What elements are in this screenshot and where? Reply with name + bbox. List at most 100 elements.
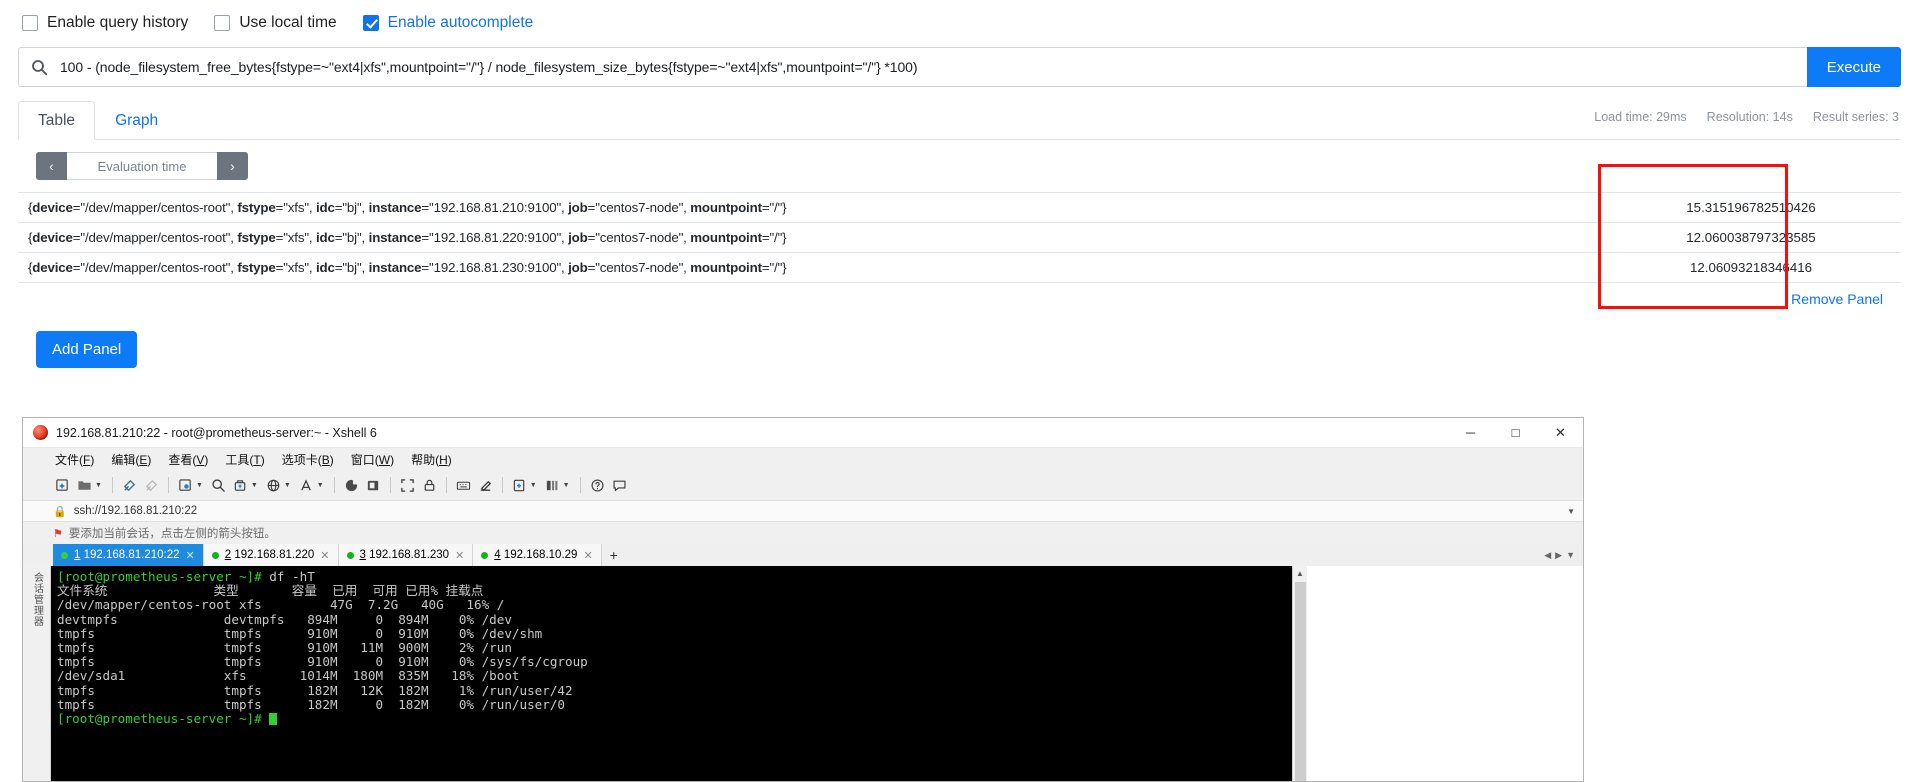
xshell-titlebar[interactable]: 192.168.81.210:22 - root@prometheus-serv…: [23, 418, 1583, 448]
session-tab-1[interactable]: 1 192.168.81.210:22 ✕: [53, 544, 204, 566]
close-icon[interactable]: ✕: [583, 549, 592, 562]
chevron-down-icon[interactable]: ▼: [1566, 550, 1575, 560]
toolbar-separator: [580, 477, 581, 493]
bookmark-flag-icon: ⚑: [53, 527, 63, 540]
menu-window[interactable]: 窗口(W): [351, 451, 394, 468]
maximize-icon[interactable]: □: [1493, 418, 1538, 448]
minimize-icon[interactable]: ─: [1448, 418, 1493, 448]
chat-icon[interactable]: [610, 475, 629, 495]
close-icon[interactable]: ✕: [455, 549, 464, 562]
remove-panel-link[interactable]: Remove Panel: [18, 283, 1901, 307]
chevron-down-icon[interactable]: ▼: [563, 482, 570, 489]
disconnect-icon[interactable]: [142, 475, 161, 495]
file-transfer-icon[interactable]: [231, 475, 250, 495]
keyboard-icon[interactable]: [454, 475, 473, 495]
query-bar: 100 - (node_filesystem_free_bytes{fstype…: [18, 47, 1901, 87]
metric-cell: {device="/dev/mapper/centos-root", fstyp…: [18, 223, 1601, 253]
status-dot-icon: [212, 552, 219, 559]
chevron-down-icon[interactable]: ▼: [251, 482, 258, 489]
result-tabs: Table Graph Load time: 29ms Resolution: …: [18, 101, 1901, 140]
chevron-down-icon[interactable]: ▼: [530, 482, 537, 489]
checkbox-box[interactable]: [214, 15, 230, 31]
value-cell: 12.060038797323585: [1601, 223, 1901, 253]
stat-resolution: Resolution: 14s: [1707, 110, 1793, 124]
add-panel-icon[interactable]: [510, 475, 529, 495]
chevron-left-icon[interactable]: ‹: [36, 152, 67, 180]
toolbar-separator: [334, 477, 335, 493]
menu-edit[interactable]: 编辑(E): [111, 451, 151, 468]
query-input[interactable]: 100 - (node_filesystem_free_bytes{fstype…: [60, 59, 1807, 75]
scrollbar-thumb[interactable]: [1295, 582, 1306, 782]
menu-tabs[interactable]: 选项卡(B): [282, 451, 334, 468]
chevron-left-icon[interactable]: ◀: [1544, 550, 1551, 561]
table-row[interactable]: {device="/dev/mapper/centos-root", fstyp…: [18, 223, 1901, 253]
find-icon[interactable]: [209, 475, 228, 495]
metric-cell: {device="/dev/mapper/centos-root", fstyp…: [18, 193, 1601, 223]
scroll-up-icon[interactable]: ▲: [1296, 566, 1304, 581]
session-manager-sidebar[interactable]: 会话管理器: [23, 566, 51, 782]
table-row[interactable]: {device="/dev/mapper/centos-root", fstyp…: [18, 253, 1901, 283]
value-cell: 12.06093218346416: [1601, 253, 1901, 283]
session-tab-3[interactable]: 3 192.168.81.230 ✕: [339, 544, 474, 566]
menu-view[interactable]: 查看(V): [168, 451, 208, 468]
checkbox-enable-autocomplete[interactable]: Enable autocomplete: [363, 14, 534, 32]
tab-graph[interactable]: Graph: [95, 101, 178, 140]
search-icon: [19, 59, 60, 76]
terminal-scrollbar[interactable]: ▲ ▼: [1292, 566, 1307, 782]
query-options-row: Enable query history Use local time Enab…: [18, 0, 1901, 46]
menu-tools[interactable]: 工具(T): [225, 451, 264, 468]
fullscreen-icon[interactable]: [398, 475, 417, 495]
execute-button[interactable]: Execute: [1807, 47, 1901, 87]
evaluation-time-row: ‹ Evaluation time ›: [18, 140, 1901, 186]
evaluation-time-input[interactable]: Evaluation time: [67, 152, 217, 180]
chevron-down-icon[interactable]: ▼: [95, 482, 102, 489]
add-panel-button[interactable]: Add Panel: [36, 331, 137, 368]
highlight-icon[interactable]: [476, 475, 495, 495]
query-input-wrapper[interactable]: 100 - (node_filesystem_free_bytes{fstype…: [18, 47, 1807, 87]
menu-file[interactable]: 文件(F): [55, 451, 94, 468]
log-icon[interactable]: [342, 475, 361, 495]
close-icon[interactable]: ✕: [186, 549, 195, 562]
lock-icon[interactable]: [420, 475, 439, 495]
tabs-scroll-nav: ◀ ▶ ▼: [1536, 544, 1583, 566]
prometheus-panel: Enable query history Use local time Enab…: [0, 0, 1919, 368]
help-icon[interactable]: [588, 475, 607, 495]
checkbox-use-local-time[interactable]: Use local time: [214, 14, 336, 32]
screen-capture-icon[interactable]: [364, 475, 383, 495]
stat-result-series: Result series: 3: [1813, 110, 1899, 124]
close-icon[interactable]: ✕: [320, 549, 329, 562]
menu-help[interactable]: 帮助(H): [411, 451, 452, 468]
connect-icon[interactable]: [120, 475, 139, 495]
table-row[interactable]: {device="/dev/mapper/centos-root", fstyp…: [18, 193, 1901, 223]
close-icon[interactable]: ✕: [1538, 418, 1583, 448]
chevron-down-icon[interactable]: ▼: [284, 482, 291, 489]
chevron-right-icon[interactable]: ▶: [1555, 550, 1562, 561]
chevron-down-icon[interactable]: ▼: [1567, 507, 1575, 516]
checkbox-label: Use local time: [239, 14, 336, 32]
results-area: {device="/dev/mapper/centos-root", fstyp…: [18, 192, 1901, 283]
checkbox-box[interactable]: [363, 15, 379, 31]
layout-icon[interactable]: [543, 475, 562, 495]
checkbox-label: Enable query history: [47, 14, 188, 32]
session-properties-icon[interactable]: [176, 475, 195, 495]
new-session-icon[interactable]: [53, 475, 72, 495]
globe-icon[interactable]: [264, 475, 283, 495]
xshell-body: 会话管理器 [root@prometheus-server ~]# df -hT…: [23, 566, 1583, 782]
add-panel-wrap: Add Panel: [18, 307, 1901, 368]
session-tab-2[interactable]: 2 192.168.81.220 ✕: [204, 544, 339, 566]
new-tab-button[interactable]: +: [602, 544, 626, 566]
metric-cell: {device="/dev/mapper/centos-root", fstyp…: [18, 253, 1601, 283]
open-folder-icon[interactable]: [75, 475, 94, 495]
terminal-output[interactable]: [root@prometheus-server ~]# df -hT 文件系统 …: [51, 566, 1292, 782]
chevron-down-icon[interactable]: ▼: [317, 482, 324, 489]
font-icon[interactable]: [297, 475, 316, 495]
chevron-right-icon[interactable]: ›: [217, 152, 248, 180]
xshell-address-bar[interactable]: 🔒 ssh://192.168.81.210:22 ▼: [23, 500, 1583, 522]
xshell-session-tabs: 1 192.168.81.210:22 ✕ 2 192.168.81.220 ✕…: [23, 544, 1583, 566]
session-tab-4[interactable]: 4 192.168.10.29 ✕: [473, 544, 601, 566]
checkbox-box[interactable]: [22, 15, 38, 31]
checkbox-enable-query-history[interactable]: Enable query history: [22, 14, 188, 32]
results-table-body: {device="/dev/mapper/centos-root", fstyp…: [18, 193, 1901, 283]
tab-table[interactable]: Table: [18, 101, 95, 140]
chevron-down-icon[interactable]: ▼: [196, 482, 203, 489]
